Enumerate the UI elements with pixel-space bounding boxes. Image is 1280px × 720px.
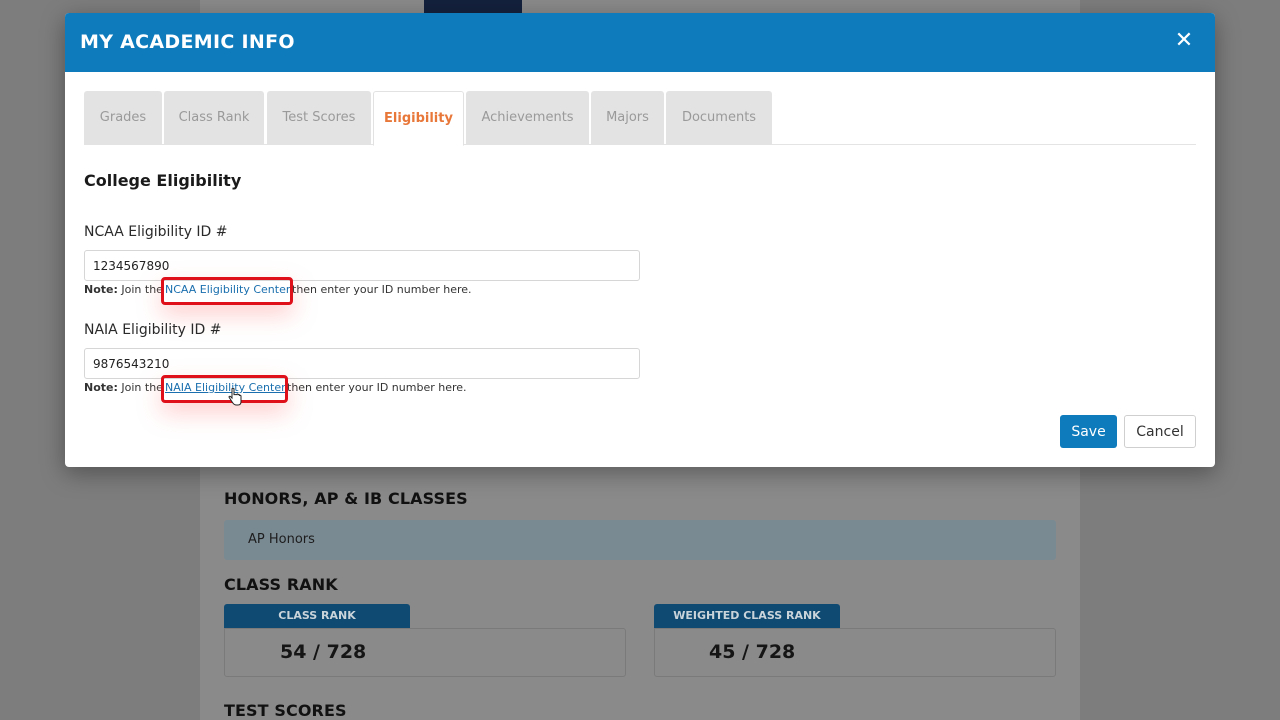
tab-documents[interactable]: Documents — [666, 91, 772, 145]
ncaa-id-label: NCAA Eligibility ID # — [84, 224, 228, 240]
background-nav-strip — [424, 0, 522, 14]
honors-section-title: HONORS, AP & IB CLASSES — [224, 489, 468, 508]
tab-majors[interactable]: Majors — [591, 91, 664, 145]
section-heading: College Eligibility — [84, 171, 242, 190]
naia-note-before: Join the — [121, 381, 163, 394]
naia-note-after: then enter your ID number here. — [287, 381, 467, 394]
cancel-button[interactable]: Cancel — [1124, 415, 1196, 448]
tab-bar: Grades Class Rank Test Scores Eligibilit… — [84, 91, 1196, 146]
tab-eligibility[interactable]: Eligibility — [373, 91, 464, 146]
honors-classes-value: AP Honors — [224, 520, 1056, 560]
naia-note-prefix: Note: — [84, 381, 118, 394]
naia-id-label: NAIA Eligibility ID # — [84, 322, 222, 338]
ncaa-link-highlight — [161, 277, 293, 305]
naia-note: Note: Join the — [84, 381, 163, 394]
academic-info-modal: MY ACADEMIC INFO ✕ Grades Class Rank Tes… — [65, 13, 1215, 467]
class-rank-section-title: CLASS RANK — [224, 575, 338, 594]
naia-link-highlight — [161, 375, 288, 403]
tab-class-rank[interactable]: Class Rank — [164, 91, 264, 145]
test-scores-section-title: TEST SCORES — [224, 701, 347, 720]
modal-title: MY ACADEMIC INFO — [80, 31, 295, 53]
modal-header: MY ACADEMIC INFO ✕ — [65, 13, 1215, 72]
class-rank-value: 54 / 728 — [280, 641, 367, 663]
ncaa-note: Note: Join the — [84, 283, 163, 296]
tab-test-scores[interactable]: Test Scores — [267, 91, 371, 145]
tab-achievements[interactable]: Achievements — [466, 91, 589, 145]
ncaa-note-before: Join the — [121, 283, 163, 296]
ncaa-note-after: then enter your ID number here. — [292, 283, 472, 296]
class-rank-box: 54 / 728 — [224, 628, 626, 677]
weighted-class-rank-value: 45 / 728 — [709, 641, 796, 663]
hand-cursor-icon — [228, 388, 242, 406]
save-button[interactable]: Save — [1060, 415, 1117, 448]
weighted-class-rank-box: 45 / 728 — [654, 628, 1056, 677]
class-rank-label: CLASS RANK — [224, 604, 410, 628]
tab-grades[interactable]: Grades — [84, 91, 162, 145]
close-icon[interactable]: ✕ — [1173, 29, 1195, 53]
weighted-class-rank-label: WEIGHTED CLASS RANK — [654, 604, 840, 628]
ncaa-note-prefix: Note: — [84, 283, 118, 296]
